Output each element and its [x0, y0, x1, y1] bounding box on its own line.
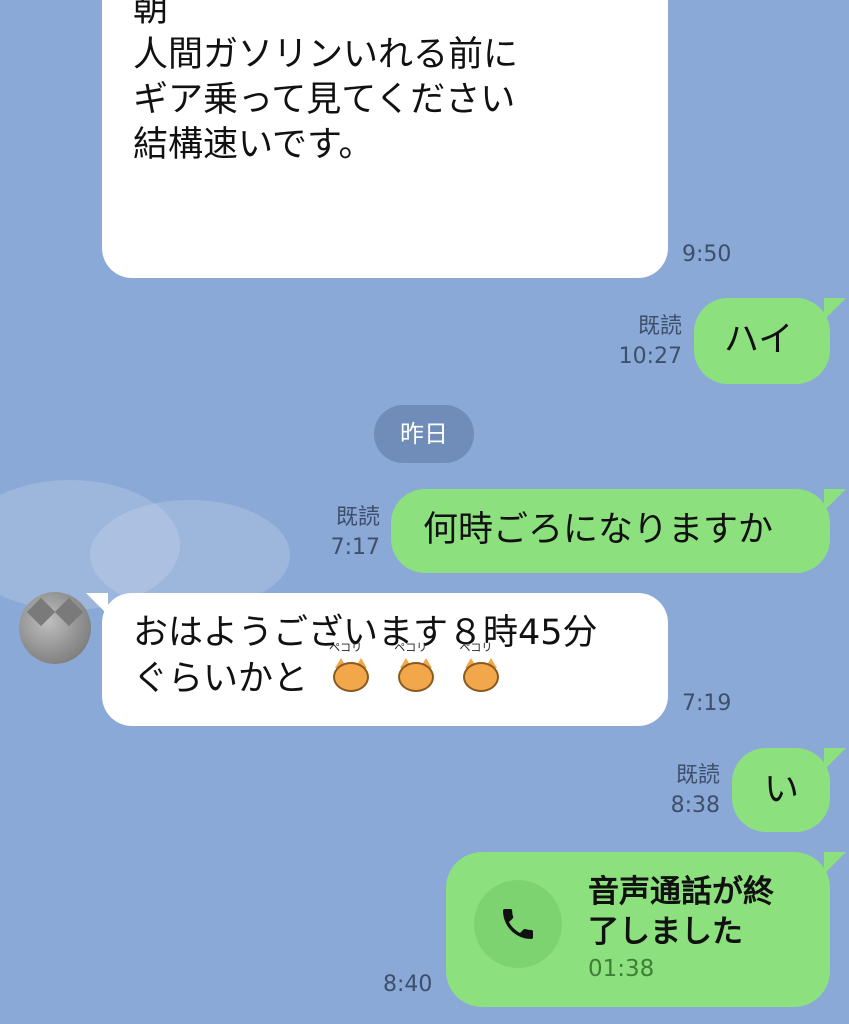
message-time: 9:50: [682, 242, 732, 267]
read-receipt: 既読: [675, 763, 720, 788]
call-duration: 01:38: [588, 956, 655, 982]
message-time: 7:17: [330, 535, 380, 560]
outgoing-message-3[interactable]: 何時ごろになりますか: [391, 489, 846, 573]
read-receipt: 既読: [637, 314, 682, 339]
call-ended-message[interactable]: 音声通話が終了しました 01:38: [446, 852, 846, 1007]
message-line: ぐらいかと ペコリ ペコリ ペコリ: [133, 642, 668, 702]
message-text: ハイ: [724, 320, 794, 360]
bowing-cat-sticker-icon: ペコリ: [329, 642, 373, 696]
incoming-message-1[interactable]: 朝 人間ガソリンいれる前に ギア乗って見てください 結構速いです。: [102, 0, 668, 278]
message-meta: 既読 7:17: [300, 503, 380, 563]
incoming-message-4[interactable]: おはようございます８時45分 ぐらいかと ペコリ ペコリ ペコリ: [86, 593, 668, 726]
day-separator: 昨日: [374, 405, 474, 463]
phone-icon: [474, 880, 562, 968]
read-receipt: 既読: [335, 505, 380, 530]
bowing-cat-sticker-icon: ペコリ: [459, 642, 503, 696]
message-meta: 既読 8:38: [640, 761, 720, 821]
bowing-cat-sticker-icon: ペコリ: [394, 642, 438, 696]
outgoing-message-2[interactable]: ハイ: [694, 298, 846, 384]
message-time: 7:19: [682, 691, 732, 716]
message-time: 10:27: [618, 344, 682, 369]
call-status-text: 音声通話が終了しました: [588, 874, 774, 950]
message-time: 8:38: [670, 793, 720, 818]
message-line: 結構速いです。: [133, 125, 374, 165]
message-text: 何時ごろになりますか: [423, 510, 774, 550]
message-line: 人間ガソリンいれる前に: [133, 35, 519, 75]
message-meta: 既読 10:27: [600, 312, 682, 372]
contact-avatar[interactable]: [19, 592, 91, 664]
message-text: い: [764, 770, 800, 810]
outgoing-message-5[interactable]: い: [732, 748, 846, 832]
message-line: ギア乗って見てください: [133, 80, 516, 120]
message-time: 8:40: [383, 972, 433, 997]
message-line: 朝: [133, 0, 169, 30]
